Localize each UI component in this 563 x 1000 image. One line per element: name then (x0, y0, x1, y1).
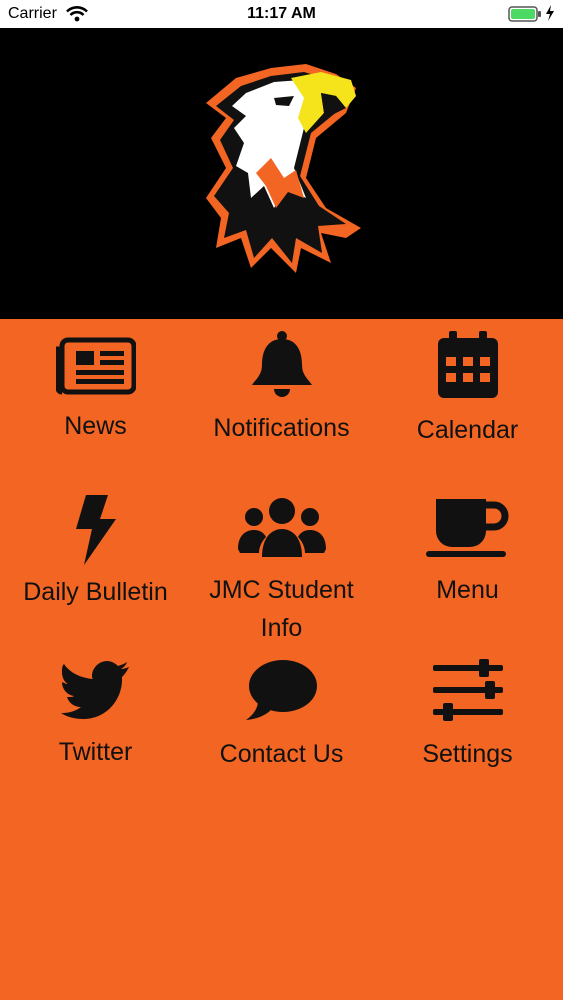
speech-bubble-icon (245, 660, 317, 720)
twitter-label: Twitter (58, 738, 133, 766)
daily-bulletin-tile[interactable]: Daily Bulletin (2, 495, 189, 611)
daily-bulletin-label: Daily Bulletin (23, 578, 168, 606)
status-time: 11:17 AM (247, 5, 316, 22)
lightning-bolt-icon (75, 495, 116, 565)
header-banner (0, 28, 563, 319)
twitter-tile[interactable]: Twitter (2, 661, 189, 771)
notifications-tile[interactable]: Notifications (188, 331, 375, 447)
battery-icon (508, 6, 542, 27)
menu-tile[interactable]: Menu (374, 497, 561, 609)
eagle-mascot-logo (206, 64, 361, 273)
newspaper-icon (55, 337, 136, 395)
contact-us-label: Contact Us (219, 740, 344, 768)
settings-label: Settings (422, 740, 513, 768)
jmc-student-info-label: JMC Student Info (209, 576, 354, 642)
calendar-icon (437, 331, 498, 398)
jmc-student-info-tile[interactable]: JMC Student Info (188, 497, 375, 647)
sliders-icon (432, 659, 503, 721)
users-group-icon (237, 498, 326, 557)
notifications-label: Notifications (213, 414, 350, 442)
calendar-tile[interactable]: Calendar (374, 331, 561, 449)
home-menu-grid: News Notifications Calendar Daily Bullet… (0, 319, 563, 1000)
coffee-cup-icon (425, 499, 508, 557)
news-tile[interactable]: News (2, 337, 189, 445)
twitter-bird-icon (60, 661, 129, 719)
news-label: News (64, 412, 127, 440)
calendar-label: Calendar (416, 416, 519, 444)
bell-icon (251, 331, 312, 397)
status-bar: Carrier 11:17 AM (0, 0, 563, 28)
settings-tile[interactable]: Settings (374, 659, 561, 773)
menu-label: Menu (436, 576, 499, 604)
charging-bolt-icon (545, 5, 555, 26)
contact-us-tile[interactable]: Contact Us (188, 659, 375, 773)
